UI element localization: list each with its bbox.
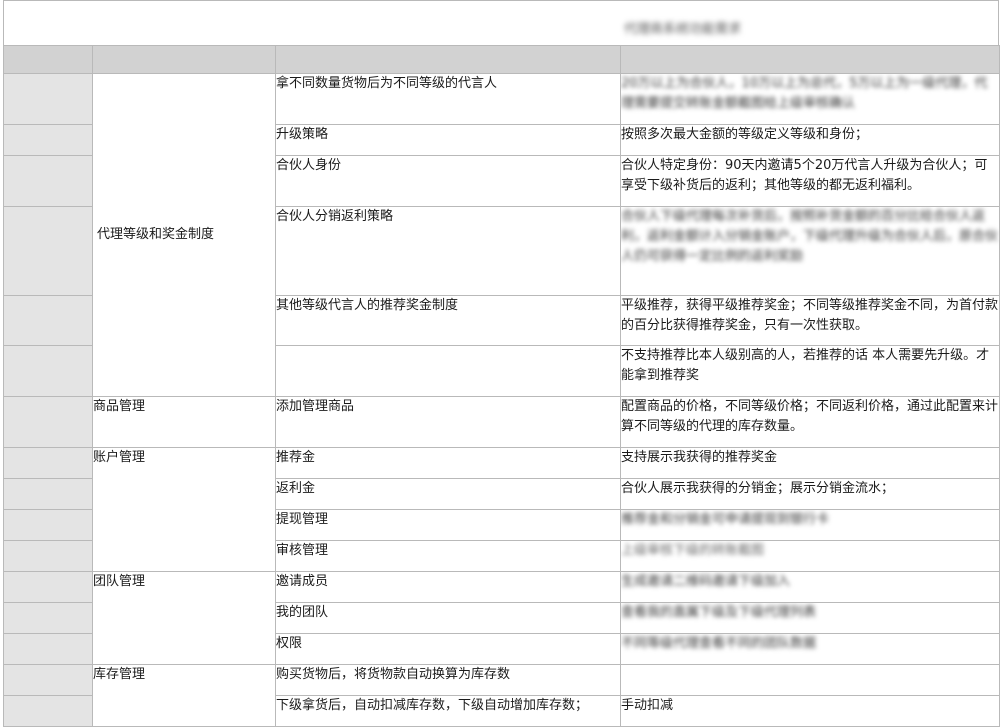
category-cell: 账户管理: [92, 447, 276, 572]
feature-cell: 我的团队: [275, 602, 621, 634]
feature-cell: 邀请成员: [275, 571, 621, 603]
feature-cell: 合伙人身份: [275, 155, 621, 207]
header-cell: [92, 45, 276, 74]
header-row: [3, 45, 1000, 74]
blurred-text: 不同等级代理查看不同的团队数据: [621, 636, 817, 651]
spreadsheet: 代理商系统功能需求 代理等级和奖金制度 拿不同数量货物后为不同等级的代言人 20…: [0, 0, 1000, 727]
table-row: 商品管理 添加管理商品 配置商品的价格，不同等级价格；不同返利价格，通过此配置来…: [3, 396, 1000, 448]
feature-cell: 返利金: [275, 478, 621, 510]
description-cell: 按照多次最大金额的等级定义等级和身份；: [620, 124, 1000, 156]
description-cell: 合伙人特定身份：90天内邀请5个20万代言人升级为合伙人；可享受下级补货后的返利…: [620, 155, 1000, 207]
row-header-cell[interactable]: [3, 206, 93, 296]
table-row: 库存管理 购买货物后，将货物款自动换算为库存数: [3, 664, 1000, 727]
feature-cell: 添加管理商品: [275, 396, 621, 448]
description-cell: 查看我的直属下级及下级代理列表: [620, 602, 1000, 634]
row-header-cell[interactable]: [3, 602, 93, 634]
header-cell: [275, 45, 621, 74]
description-cell: 不支持推荐比本人级别高的人，若推荐的话 本人需要先升级。才能拿到推荐奖: [620, 345, 1000, 397]
row-header-cell[interactable]: [3, 571, 93, 603]
row-header-cell[interactable]: [3, 124, 93, 156]
row-header-cell[interactable]: [3, 155, 93, 207]
requirements-table: 代理等级和奖金制度 拿不同数量货物后为不同等级的代言人 20万以上为合伙人，10…: [3, 45, 1000, 727]
table-row: 账户管理 推荐金 支持展示我获得的推荐奖金: [3, 447, 1000, 572]
table-row: 团队管理 邀请成员 生成邀请二维码邀请下级加入: [3, 571, 1000, 665]
feature-cell: 审核管理: [275, 540, 621, 572]
description-cell: 支持展示我获得的推荐奖金: [620, 447, 1000, 479]
category-cell: 代理等级和奖金制度: [92, 73, 276, 397]
header-cell: [620, 45, 1000, 74]
category-cell: 商品管理: [92, 396, 276, 448]
row-header-cell[interactable]: [3, 396, 93, 448]
table-row: 代理等级和奖金制度 拿不同数量货物后为不同等级的代言人 20万以上为合伙人，10…: [3, 73, 1000, 397]
row-header-cell[interactable]: [3, 695, 93, 727]
blurred-text: 查看我的直属下级及下级代理列表: [621, 605, 817, 620]
description-cell: 不同等级代理查看不同的团队数据: [620, 633, 1000, 665]
description-cell: 平级推荐，获得平级推荐奖金；不同等级推荐奖金不同，为首付款的百分比获得推荐奖金，…: [620, 295, 1000, 346]
description-cell: 合伙人下级代理每次补货后，按照补货金额的百分比给合伙人返利，返利金额计入分销金账…: [620, 206, 1000, 296]
category-cell: 库存管理: [92, 664, 276, 727]
description-cell: 上级审核下级的转账截图: [620, 540, 1000, 572]
row-header-cell[interactable]: [3, 73, 93, 125]
description-cell: 推荐金和分销金可申请提现到银行卡: [620, 509, 1000, 541]
blurred-text: 上级审核下级的转账截图: [621, 543, 765, 558]
row-header-cell[interactable]: [3, 509, 93, 541]
document-title: 代理商系统功能需求: [624, 22, 742, 37]
feature-cell: 推荐金: [275, 447, 621, 479]
feature-cell: [275, 345, 621, 397]
row-header-cell[interactable]: [3, 633, 93, 665]
row-header-cell[interactable]: [3, 295, 93, 346]
description-cell: 合伙人展示我获得的分销金；展示分销金流水；: [620, 478, 1000, 510]
title-row: 代理商系统功能需求: [3, 0, 999, 45]
feature-cell: 提现管理: [275, 509, 621, 541]
description-cell: 生成邀请二维码邀请下级加入: [620, 571, 1000, 603]
row-header-cell[interactable]: [3, 540, 93, 572]
description-cell: 手动扣减: [620, 695, 1000, 727]
blurred-text: 合伙人下级代理每次补货后，按照补货金额的百分比给合伙人返利，返利金额计入分销金账…: [621, 209, 999, 264]
header-cell: [3, 45, 93, 74]
row-header-cell[interactable]: [3, 345, 93, 397]
description-cell: [620, 664, 1000, 696]
category-cell: 团队管理: [92, 571, 276, 665]
feature-cell: 购买货物后，将货物款自动换算为库存数: [275, 664, 621, 696]
row-header-cell[interactable]: [3, 447, 93, 479]
blurred-text: 生成邀请二维码邀请下级加入: [621, 574, 791, 589]
feature-cell: 升级策略: [275, 124, 621, 156]
blurred-text: 20万以上为合伙人，10万以上为总代，5万以上为一级代理，代理需要提交转账金额截…: [621, 76, 988, 111]
feature-cell: 权限: [275, 633, 621, 665]
feature-cell: 拿不同数量货物后为不同等级的代言人: [275, 73, 621, 125]
description-cell: 配置商品的价格，不同等级价格；不同返利价格，通过此配置来计算不同等级的代理的库存…: [620, 396, 1000, 448]
description-cell: 20万以上为合伙人，10万以上为总代，5万以上为一级代理，代理需要提交转账金额截…: [620, 73, 1000, 125]
row-header-cell[interactable]: [3, 478, 93, 510]
row-header-cell[interactable]: [3, 664, 93, 696]
feature-cell: 合伙人分销返利策略: [275, 206, 621, 296]
blurred-text: 推荐金和分销金可申请提现到银行卡: [621, 512, 830, 527]
feature-cell: 其他等级代言人的推荐奖金制度: [275, 295, 621, 346]
feature-cell: 下级拿货后，自动扣减库存数，下级自动增加库存数；: [275, 695, 621, 727]
